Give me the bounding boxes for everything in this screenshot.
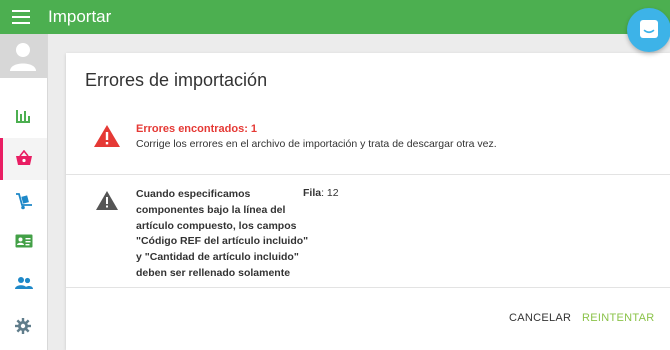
error-warning-icon — [94, 125, 120, 147]
bar-chart-icon — [16, 110, 30, 123]
divider — [66, 174, 670, 175]
warning-icon — [96, 191, 118, 210]
menu-icon[interactable] — [12, 10, 30, 24]
row-number: : 12 — [321, 187, 339, 199]
cancel-button[interactable]: CANCELAR — [509, 312, 571, 324]
chat-button[interactable] — [627, 8, 670, 52]
app-bar: Importar — [0, 0, 670, 34]
people-icon — [15, 277, 33, 289]
basket-icon — [16, 150, 32, 165]
error-row: Fila: 12 — [303, 187, 339, 199]
sidebar-item-contacts[interactable] — [0, 222, 47, 264]
retry-button[interactable]: REINTENTAR — [582, 312, 654, 324]
chat-icon — [640, 20, 658, 38]
sidebar-item-sales[interactable] — [0, 138, 47, 180]
dialog-title: Errores de importación — [85, 70, 268, 90]
id-card-icon — [15, 234, 33, 248]
error-message: Cuando especificamos componentes bajo la… — [136, 188, 309, 279]
app-title: Importar — [48, 7, 112, 26]
divider — [66, 287, 670, 288]
errors-instructions: Corrige los errores en el archivo de imp… — [136, 138, 497, 150]
user-avatar-icon — [10, 43, 36, 71]
row-label: Fila — [303, 187, 322, 199]
sidebar-item-settings[interactable] — [0, 306, 47, 348]
hand-truck-icon — [16, 193, 32, 210]
sidebar-item-purchases[interactable] — [0, 180, 47, 222]
sidebar-item-reports[interactable] — [0, 96, 47, 138]
sidebar — [0, 34, 48, 350]
sidebar-item-team[interactable] — [0, 264, 47, 306]
gear-icon — [15, 318, 31, 334]
import-errors-dialog: Errores de importación Errores encontrad… — [66, 53, 670, 350]
errors-found-label: Errores encontrados: 1 — [136, 123, 258, 135]
avatar[interactable] — [0, 34, 47, 78]
